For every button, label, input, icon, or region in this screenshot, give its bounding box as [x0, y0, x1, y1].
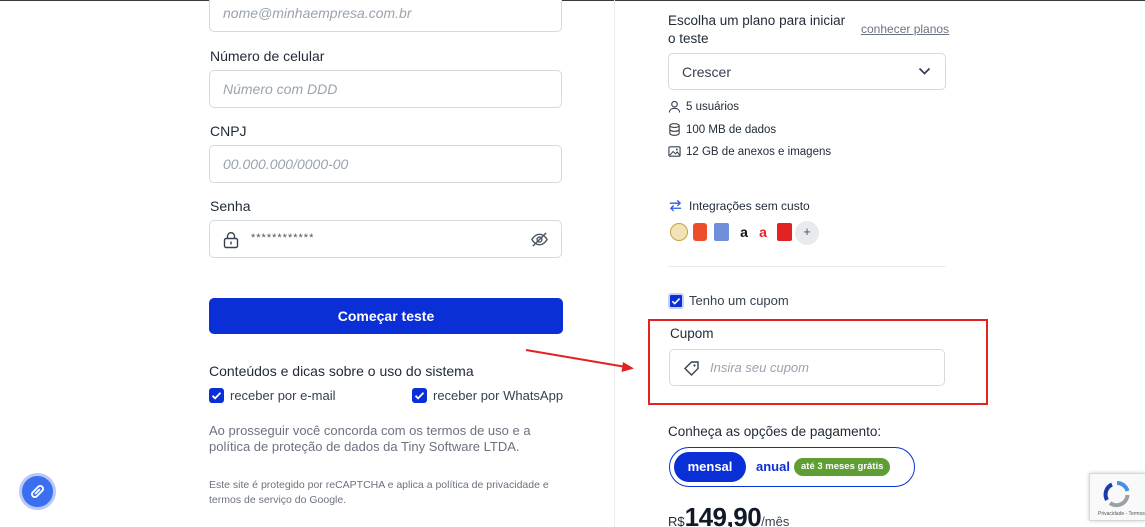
phone-label: Número de celular	[210, 48, 325, 64]
terms-text: Ao prosseguir você concorda com os termo…	[209, 423, 531, 454]
eye-off-icon[interactable]	[530, 230, 549, 249]
recaptcha-icon	[1103, 481, 1130, 508]
view-plans-link[interactable]: conhecer planos	[861, 22, 949, 36]
price-currency: R$	[668, 514, 685, 527]
section-divider	[668, 266, 946, 267]
check-icon	[671, 297, 681, 305]
opt-whatsapp-label[interactable]: receber por WhatsApp	[433, 388, 563, 403]
lock-icon	[223, 232, 239, 249]
shopee-logo-icon	[693, 223, 707, 241]
americanas-logo-icon: a	[759, 224, 767, 240]
password-field[interactable]: ************	[209, 220, 562, 258]
yearly-discount-badge: até 3 meses grátis	[794, 458, 891, 476]
more-integrations-button[interactable]: +	[795, 221, 819, 245]
plan-title: Escolha um plano para iniciar o teste	[668, 13, 846, 46]
coupon-label: Cupom	[670, 326, 714, 341]
billing-toggle: mensal anual até 3 meses grátis	[669, 447, 915, 487]
accessibility-widget-button[interactable]	[19, 473, 56, 510]
phone-field[interactable]	[209, 70, 562, 108]
user-icon	[668, 100, 681, 113]
chevron-down-icon	[918, 67, 931, 75]
check-icon	[414, 392, 425, 400]
email-input[interactable]	[210, 0, 561, 31]
coupon-checkbox[interactable]	[668, 293, 684, 309]
swap-arrows-icon	[669, 199, 682, 212]
price-period: /mês	[761, 514, 790, 527]
integrations-title: Integrações sem custo	[689, 199, 810, 213]
opt-whatsapp-checkbox[interactable]	[412, 388, 427, 403]
start-trial-button[interactable]: Começar teste	[209, 298, 563, 334]
marketplace-logo-icon	[670, 223, 688, 241]
coupon-input[interactable]	[710, 350, 940, 385]
magalu-logo-icon	[714, 223, 729, 241]
content-tips-title: Conteúdos e dicas sobre o uso do sistema	[209, 363, 474, 379]
phone-input[interactable]	[210, 71, 561, 107]
database-icon	[669, 123, 680, 136]
feature-users-text: 5 usuários	[686, 101, 740, 113]
billing-monthly-option[interactable]: mensal	[674, 452, 746, 482]
password-value[interactable]: ************	[251, 232, 314, 244]
recaptcha-badge[interactable]: Privacidade - Termos	[1089, 473, 1145, 521]
price-amount: 149,90	[684, 502, 762, 527]
coupon-field[interactable]	[669, 349, 945, 386]
recaptcha-links[interactable]: Privacidade - Termos	[1098, 511, 1145, 517]
coupon-checkbox-label[interactable]: Tenho um cupom	[689, 293, 789, 308]
payment-options-title: Conheça as opções de pagamento:	[668, 424, 882, 439]
window-top-border	[0, 0, 1145, 1]
amazon-logo-icon: a	[740, 224, 748, 240]
pill-icon	[31, 485, 44, 498]
column-divider	[614, 0, 615, 527]
email-field[interactable]	[209, 0, 562, 32]
plan-select[interactable]: Crescer	[668, 53, 946, 90]
recaptcha-notice: Este site é protegido por reCAPTCHA e ap…	[209, 479, 549, 506]
password-label: Senha	[210, 198, 251, 214]
image-icon	[668, 146, 681, 157]
tag-icon	[684, 361, 699, 376]
mail-logo-icon	[777, 223, 792, 241]
cnpj-field[interactable]	[209, 145, 562, 183]
check-icon	[211, 392, 222, 400]
billing-yearly-option[interactable]: anual	[756, 459, 790, 474]
plan-select-value: Crescer	[682, 64, 732, 80]
plan-price: R$149,90/mês	[668, 502, 789, 527]
annotation-arrow-icon	[525, 349, 634, 372]
cnpj-input[interactable]	[210, 146, 561, 182]
feature-data-text: 100 MB de dados	[686, 124, 777, 136]
cnpj-label: CNPJ	[210, 123, 247, 139]
opt-email-checkbox[interactable]	[209, 388, 224, 403]
feature-attachments-text: 12 GB de anexos e imagens	[686, 146, 832, 158]
opt-email-label[interactable]: receber por e-mail	[230, 388, 336, 403]
